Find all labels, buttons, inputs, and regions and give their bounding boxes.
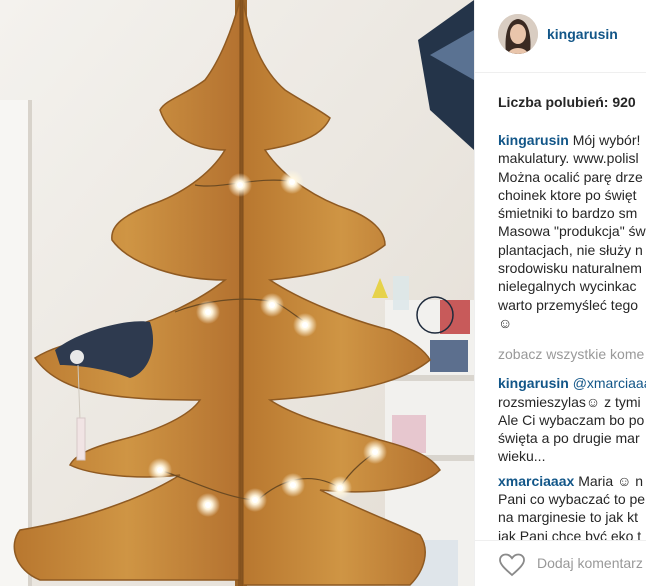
cardboard-christmas-tree-image — [0, 0, 474, 586]
profile-photo — [498, 14, 538, 54]
comment-text-line: Pani co wybaczać to pe — [498, 491, 646, 508]
caption-text-line: Masowa "produkcja" św — [498, 223, 646, 240]
caption-text-line: srodowisku naturalnem — [498, 260, 642, 277]
likes-count[interactable]: Liczba polubień: 920 — [498, 94, 636, 110]
post-author-username[interactable]: kingarusin — [547, 26, 618, 42]
caption-emoji: ☺ — [498, 314, 513, 331]
comment: kingarusin @xmarciaaa rozsmieszylas☺ z t… — [498, 374, 646, 465]
comment-username[interactable]: xmarciaaax — [498, 473, 574, 489]
caption-first-line: kingarusin Mój wybór! — [498, 131, 646, 149]
caption-username[interactable]: kingarusin — [498, 132, 569, 148]
heart-outline-icon[interactable] — [498, 553, 526, 577]
view-all-comments-link[interactable]: zobacz wszystkie kome — [498, 345, 646, 363]
comment-first-line: xmarciaaax Maria ☺ n — [498, 472, 646, 490]
caption-text-line: nielegalnych wycinkac — [498, 278, 637, 295]
comment-username[interactable]: kingarusin — [498, 375, 569, 391]
caption-text-line: makulatury. www.polisl — [498, 150, 639, 167]
caption-text-line: Można ocalić parę drze — [498, 168, 643, 185]
post-photo[interactable] — [0, 0, 474, 586]
caption-text-line: Mój wybór! — [572, 132, 641, 148]
caption-text-line: choinek ktore po święt — [498, 186, 637, 203]
comment-text-line: Ale Ci wybaczam bo po — [498, 411, 645, 428]
comment-text-line: na marginesie to jak kt — [498, 509, 639, 526]
post-caption: kingarusin Mój wybór! makulatury. www.po… — [498, 131, 646, 332]
comment-text-line: wieku... — [498, 448, 546, 465]
caption-text-line: warto przemyśleć tego — [498, 296, 639, 313]
comment-first-line: kingarusin @xmarciaaa — [498, 374, 646, 392]
comment-mention[interactable]: @xmarciaaa — [573, 375, 646, 391]
comment-text-line: rozsmieszylas☺ z tymi — [498, 393, 641, 410]
add-comment-input[interactable]: Dodaj komentarz — [537, 555, 643, 571]
comment-text-line: święta a po drugie mar — [498, 430, 640, 447]
avatar[interactable] — [498, 14, 538, 54]
caption-text-line: śmietniki to bardzo sm — [498, 205, 638, 222]
comment: xmarciaaax Maria ☺ n Pani co wybaczać to… — [498, 472, 646, 545]
post-side-panel: kingarusin Liczba polubień: 920 kingarus… — [474, 0, 646, 586]
post-header: kingarusin — [475, 0, 646, 73]
comments-section: kingarusin Mój wybór! makulatury. www.po… — [498, 131, 646, 551]
comment-text-start: Maria ☺ n — [578, 472, 644, 489]
caption-text-line: plantacjach, nie służy n — [498, 241, 643, 258]
post-footer: Dodaj komentarz — [475, 540, 646, 586]
